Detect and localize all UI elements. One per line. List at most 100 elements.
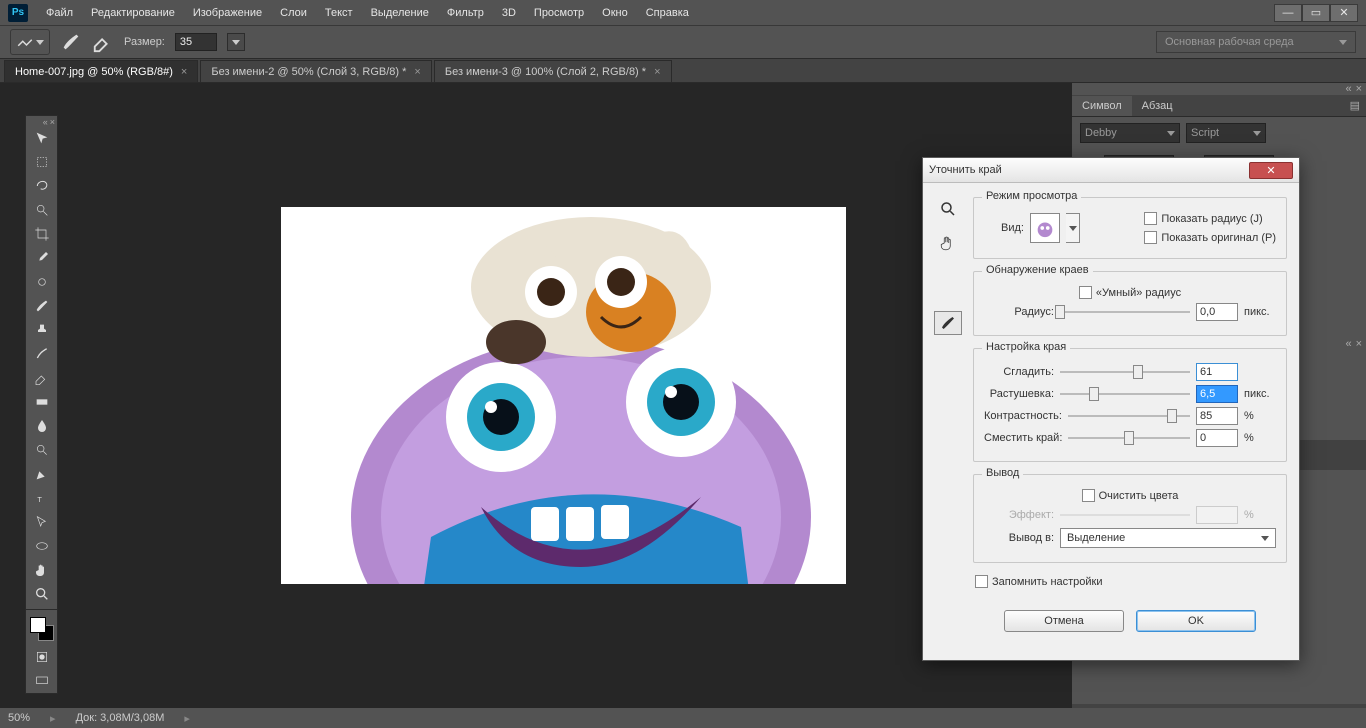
remember-settings-checkbox[interactable]: Запомнить настройки — [975, 575, 1285, 588]
pen-tool[interactable] — [26, 462, 57, 486]
amount-unit: % — [1244, 509, 1276, 521]
document-tab[interactable]: Home-007.jpg @ 50% (RGB/8#) × — [4, 60, 198, 82]
menu-image[interactable]: Изображение — [185, 3, 270, 23]
brush-tool[interactable] — [26, 294, 57, 318]
feather-slider[interactable] — [1060, 385, 1190, 403]
menu-help[interactable]: Справка — [638, 3, 697, 23]
hand-tool[interactable] — [26, 558, 57, 582]
dodge-tool[interactable] — [26, 438, 57, 462]
panel-menu-icon[interactable]: ▤ — [1344, 95, 1366, 116]
shape-tool[interactable] — [26, 534, 57, 558]
hand-tool-icon[interactable] — [934, 231, 962, 255]
dialog-tool-column — [923, 183, 973, 660]
refine-brush-tool-icon[interactable] — [934, 311, 962, 335]
feather-label: Растушевка: — [984, 388, 1054, 400]
shift-edge-input[interactable] — [1196, 429, 1238, 447]
status-bar: 50% ▸ Док: 3,08M/3,08M ▸ — [0, 708, 1366, 728]
stamp-tool[interactable] — [26, 318, 57, 342]
menu-select[interactable]: Выделение — [363, 3, 437, 23]
ok-button[interactable]: OK — [1136, 610, 1256, 632]
tab-close-icon[interactable]: × — [181, 66, 187, 78]
smart-radius-checkbox[interactable]: «Умный» радиус — [1079, 286, 1181, 299]
workspace-switcher[interactable]: Основная рабочая среда — [1156, 31, 1356, 53]
screen-mode-toggle[interactable] — [26, 669, 57, 693]
quick-mask-toggle[interactable] — [26, 645, 57, 669]
gradient-tool[interactable] — [26, 390, 57, 414]
menu-filter[interactable]: Фильтр — [439, 3, 492, 23]
tab-paragraph[interactable]: Абзац — [1132, 96, 1183, 116]
crop-tool[interactable] — [26, 222, 57, 246]
maximize-button[interactable]: ▭ — [1302, 4, 1330, 22]
menu-bar: Файл Редактирование Изображение Слои Тек… — [38, 3, 697, 23]
menu-type[interactable]: Текст — [317, 3, 361, 23]
cancel-button[interactable]: Отмена — [1004, 610, 1124, 632]
contrast-slider[interactable] — [1068, 407, 1190, 425]
show-original-checkbox[interactable]: Показать оригинал (P) — [1144, 231, 1276, 244]
minimize-button[interactable]: — — [1274, 4, 1302, 22]
view-thumbnail[interactable] — [1030, 213, 1060, 243]
dialog-titlebar[interactable]: Уточнить край ✕ — [923, 158, 1299, 183]
output-to-dropdown[interactable]: Выделение — [1060, 528, 1276, 548]
dialog-close-button[interactable]: ✕ — [1249, 162, 1293, 179]
doc-size[interactable]: Док: 3,08M/3,08M — [76, 712, 165, 724]
smooth-input[interactable] — [1196, 363, 1238, 381]
tab-close-icon[interactable]: × — [414, 66, 420, 78]
move-tool[interactable] — [26, 126, 57, 150]
show-radius-checkbox[interactable]: Показать радиус (J) — [1144, 212, 1276, 225]
radius-input[interactable] — [1196, 303, 1238, 321]
menu-window[interactable]: Окно — [594, 3, 636, 23]
brush-size-input[interactable] — [175, 33, 217, 51]
group-title: Режим просмотра — [982, 190, 1081, 202]
close-button[interactable]: ✕ — [1330, 4, 1358, 22]
font-style-dropdown[interactable]: Script — [1186, 123, 1266, 143]
blur-tool[interactable] — [26, 414, 57, 438]
zoom-level[interactable]: 50% — [8, 712, 30, 724]
eraser-icon[interactable] — [92, 31, 114, 53]
decontaminate-checkbox[interactable]: Очистить цвета — [1082, 489, 1179, 502]
tab-character[interactable]: Символ — [1072, 96, 1132, 116]
history-brush-tool[interactable] — [26, 342, 57, 366]
view-dropdown-arrow[interactable] — [1066, 213, 1080, 243]
canvas[interactable] — [281, 207, 846, 584]
output-to-label: Вывод в: — [984, 532, 1054, 544]
smooth-label: Сгладить: — [984, 366, 1054, 378]
panel-grip[interactable]: «× — [1072, 83, 1366, 95]
menu-3d[interactable]: 3D — [494, 3, 524, 23]
edge-detection-group: Обнаружение краев «Умный» радиус Радиус:… — [973, 271, 1287, 336]
refine-edge-dialog: Уточнить край ✕ Режим просмотра Вид: — [922, 157, 1300, 661]
brush-icon[interactable] — [60, 31, 82, 53]
lasso-tool[interactable] — [26, 174, 57, 198]
menu-file[interactable]: Файл — [38, 3, 81, 23]
quick-select-tool[interactable] — [26, 198, 57, 222]
tab-close-icon[interactable]: × — [654, 66, 660, 78]
feather-input[interactable] — [1196, 385, 1238, 403]
document-tab[interactable]: Без имени-3 @ 100% (Слой 2, RGB/8) * × — [434, 60, 672, 82]
type-tool[interactable]: T — [26, 486, 57, 510]
tools-panel: «× T — [25, 115, 58, 694]
contrast-input[interactable] — [1196, 407, 1238, 425]
eyedropper-tool[interactable] — [26, 246, 57, 270]
path-select-tool[interactable] — [26, 510, 57, 534]
smooth-slider[interactable] — [1060, 363, 1190, 381]
tools-panel-grip[interactable]: «× — [26, 116, 57, 126]
contrast-label: Контрастность: — [984, 410, 1062, 422]
canvas-area[interactable] — [60, 83, 1066, 708]
radius-slider[interactable] — [1060, 303, 1190, 321]
svg-text:T: T — [37, 495, 42, 504]
adjust-edge-group: Настройка края Сгладить: Растушевка: пик… — [973, 348, 1287, 462]
menu-view[interactable]: Просмотр — [526, 3, 592, 23]
color-swatches[interactable] — [26, 613, 57, 645]
group-title: Обнаружение краев — [982, 264, 1093, 276]
marquee-tool[interactable] — [26, 150, 57, 174]
zoom-tool[interactable] — [26, 582, 57, 606]
font-family-dropdown[interactable]: Debby — [1080, 123, 1180, 143]
shift-edge-slider[interactable] — [1068, 429, 1190, 447]
size-dropdown[interactable] — [227, 33, 245, 51]
tool-preset-picker[interactable] — [10, 29, 50, 55]
eraser-tool[interactable] — [26, 366, 57, 390]
document-tab[interactable]: Без имени-2 @ 50% (Слой 3, RGB/8) * × — [200, 60, 432, 82]
zoom-tool-icon[interactable] — [934, 197, 962, 221]
menu-layer[interactable]: Слои — [272, 3, 315, 23]
healing-tool[interactable] — [26, 270, 57, 294]
menu-edit[interactable]: Редактирование — [83, 3, 183, 23]
